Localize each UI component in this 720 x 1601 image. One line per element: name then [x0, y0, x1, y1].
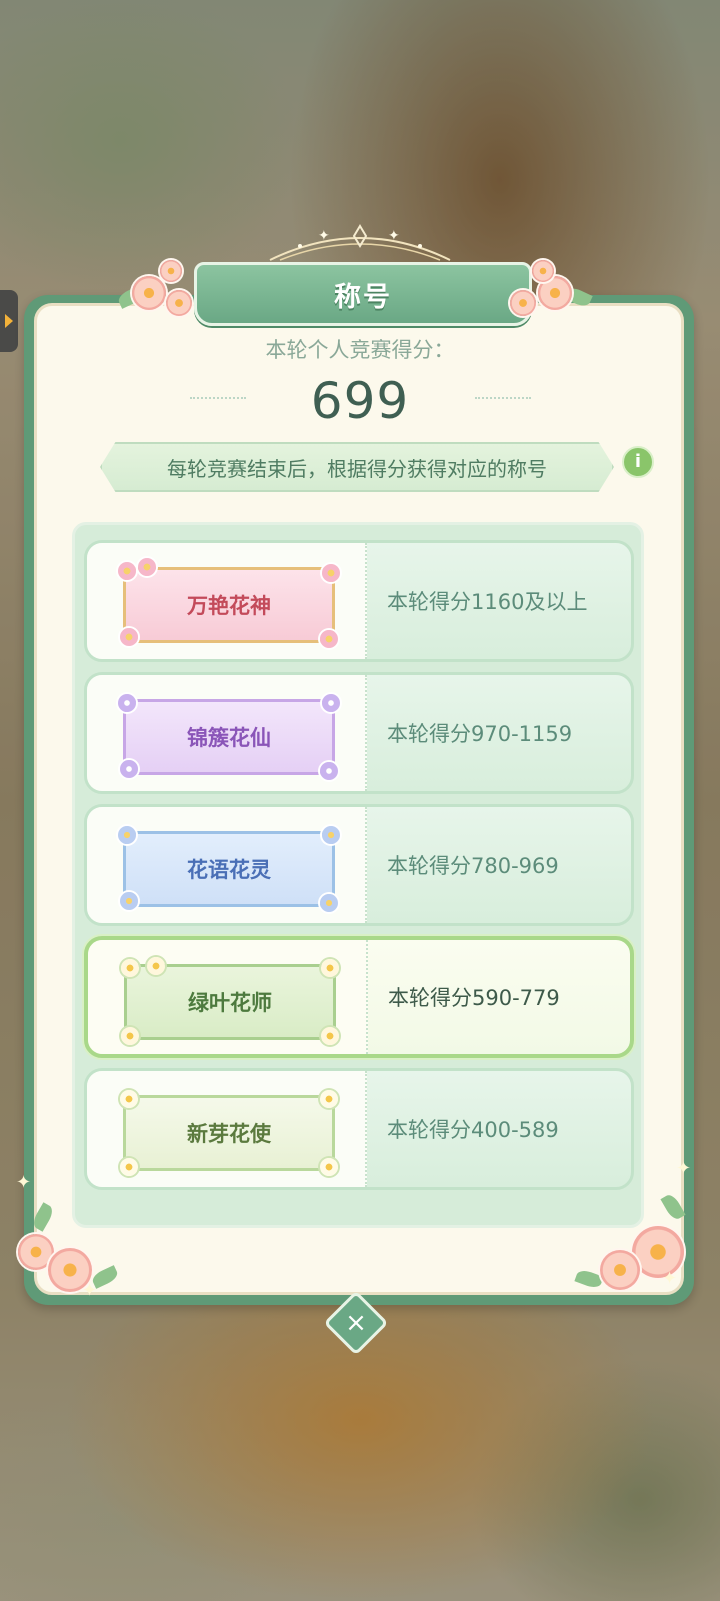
- flower-decoration: [160, 260, 182, 282]
- sparkle-icon: ✦: [662, 1268, 678, 1289]
- tier-requirement: 本轮得分1160及以上: [387, 590, 588, 614]
- badge-flower-icon: [120, 892, 138, 910]
- title-badge-3: 花语花灵: [118, 826, 340, 912]
- flower-decoration: [532, 260, 554, 282]
- tier-requirement: 本轮得分400-589: [387, 1118, 559, 1142]
- badge-flower-icon: [320, 630, 338, 648]
- tier-badge-cell: 万艳花神: [87, 543, 367, 659]
- badge-flower-icon: [120, 1158, 138, 1176]
- svg-text:✦: ✦: [388, 228, 400, 244]
- badge-flower-icon: [121, 959, 139, 977]
- score-label: 本轮个人竞赛得分：: [265, 338, 455, 362]
- flower-decoration: [600, 1250, 640, 1290]
- info-icon[interactable]: i: [622, 446, 654, 478]
- flower-decoration: [132, 276, 166, 310]
- tier-name: 花语花灵: [187, 858, 271, 882]
- badge-flower-icon: [322, 694, 340, 712]
- sparkle-icon: ✦: [676, 1158, 692, 1179]
- flower-decoration: [510, 290, 536, 316]
- badge-flower-icon: [320, 762, 338, 780]
- badge-flower-icon: [320, 894, 338, 912]
- tier-name: 绿叶花师: [188, 991, 272, 1015]
- badge-flower-icon: [320, 1158, 338, 1176]
- badge-flower-icon: [321, 959, 339, 977]
- badge-flower-icon: [118, 826, 136, 844]
- close-icon[interactable]: ×: [333, 1300, 379, 1346]
- title-banner: 称号: [194, 262, 532, 326]
- badge-flower-icon: [120, 628, 138, 646]
- title-badge-1: 万艳花神: [118, 558, 340, 648]
- tier-row-5[interactable]: 新芽花使 本轮得分400-589: [84, 1068, 634, 1190]
- score-value: 699: [310, 372, 410, 430]
- crown-ornament-icon: ✦ ✦: [269, 224, 451, 261]
- tier-name: 万艳花神: [187, 594, 271, 618]
- title-badge-4: 绿叶花师: [121, 957, 339, 1045]
- tier-badge-cell: 新芽花使: [87, 1071, 367, 1187]
- badge-flower-icon: [321, 1027, 339, 1045]
- panel-title: 称号: [334, 281, 392, 313]
- badge-flower-icon: [120, 760, 138, 778]
- tier-row-1[interactable]: 万艳花神 本轮得分1160及以上: [84, 540, 634, 662]
- badge-flower-icon: [322, 564, 340, 582]
- badge-flower-icon: [322, 826, 340, 844]
- hint-ribbon: 每轮竞赛结束后，根据得分获得对应的称号: [100, 442, 614, 492]
- badge-flower-icon: [120, 1090, 138, 1108]
- tier-requirement: 本轮得分970-1159: [387, 722, 573, 746]
- svg-text:✦: ✦: [318, 228, 330, 244]
- sparkle-icon: ✦: [82, 1280, 98, 1301]
- tier-name: 新芽花使: [187, 1122, 271, 1146]
- title-badge-2: 锦簇花仙: [118, 694, 340, 780]
- tier-name: 锦簇花仙: [187, 726, 271, 750]
- badge-flower-icon: [138, 558, 156, 576]
- divider-right: [475, 397, 531, 407]
- tier-row-2[interactable]: 锦簇花仙 本轮得分970-1159: [84, 672, 634, 794]
- hint-text: 每轮竞赛结束后，根据得分获得对应的称号: [167, 456, 547, 481]
- flower-decoration: [166, 290, 192, 316]
- tier-badge-cell: 花语花灵: [87, 807, 367, 923]
- tier-row-4-current[interactable]: 绿叶花师 本轮得分590-779: [84, 936, 634, 1058]
- tier-row-3[interactable]: 花语花灵 本轮得分780-969: [84, 804, 634, 926]
- tier-requirement: 本轮得分780-969: [387, 854, 559, 878]
- title-badge-5: 新芽花使: [120, 1090, 338, 1176]
- badge-flower-icon: [118, 562, 136, 580]
- tier-requirement: 本轮得分590-779: [388, 986, 560, 1010]
- sparkle-icon: ✦: [16, 1172, 32, 1193]
- tier-badge-cell: 绿叶花师: [88, 940, 368, 1054]
- tier-badge-cell: 锦簇花仙: [87, 675, 367, 791]
- badge-flower-icon: [118, 694, 136, 712]
- badge-flower-icon: [121, 1027, 139, 1045]
- badge-flower-icon: [147, 957, 165, 975]
- badge-flower-icon: [320, 1090, 338, 1108]
